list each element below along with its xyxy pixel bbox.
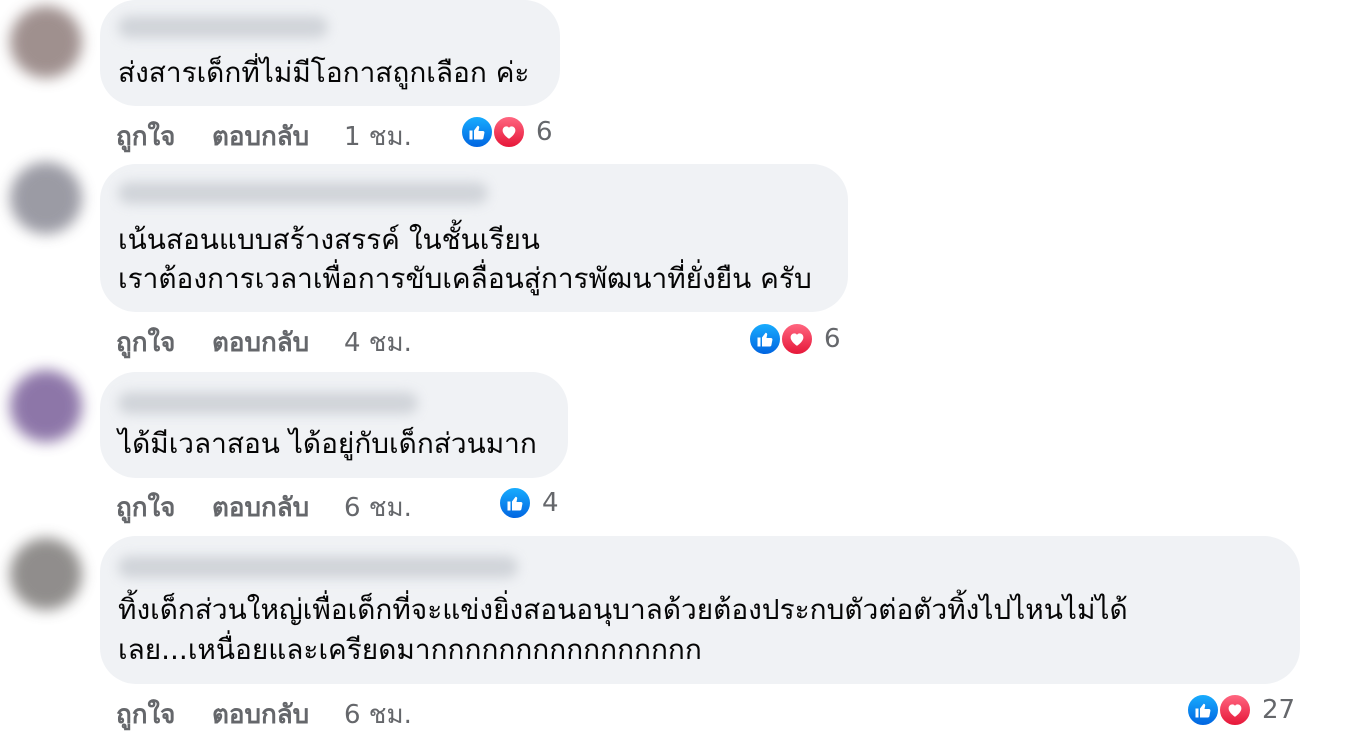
comment-text: ทิ้งเด็กส่วนใหญ่เพื่อเด็กที่จะแข่งยิ่งสอ… xyxy=(118,593,1128,626)
love-icon xyxy=(780,322,814,356)
like-button[interactable]: ถูกใจ xyxy=(116,116,175,157)
love-icon xyxy=(492,115,526,149)
like-icon xyxy=(460,115,494,149)
commenter-name[interactable] xyxy=(118,392,418,414)
love-icon xyxy=(1218,693,1252,727)
commenter-name[interactable] xyxy=(118,556,518,578)
like-button[interactable]: ถูกใจ xyxy=(116,487,175,528)
comment-text: ส่งสารเด็กที่ไม่มีโอกาสถูกเลือก ค่ะ xyxy=(118,56,530,89)
like-icon xyxy=(748,322,782,356)
avatar[interactable] xyxy=(10,162,82,234)
reaction-count: 6 xyxy=(824,324,841,354)
reply-button[interactable]: ตอบกลับ xyxy=(212,116,309,157)
reaction-count: 4 xyxy=(542,488,559,518)
like-button[interactable]: ถูกใจ xyxy=(116,694,175,735)
timestamp[interactable]: 6 ชม. xyxy=(344,487,412,528)
like-icon xyxy=(1186,693,1220,727)
avatar[interactable] xyxy=(10,370,82,442)
timestamp[interactable]: 6 ชม. xyxy=(344,694,412,735)
avatar[interactable] xyxy=(10,6,82,78)
like-icon xyxy=(498,486,532,520)
timestamp[interactable]: 1 ชม. xyxy=(344,116,412,157)
reply-button[interactable]: ตอบกลับ xyxy=(212,322,309,363)
commenter-name[interactable] xyxy=(118,182,488,204)
reaction-count: 6 xyxy=(536,117,553,147)
comment-text: เน้นสอนแบบสร้างสรรค์ ในชั้นเรียน xyxy=(118,223,540,256)
reply-button[interactable]: ตอบกลับ xyxy=(212,487,309,528)
timestamp[interactable]: 4 ชม. xyxy=(344,322,412,363)
comment-text: ได้มีเวลาสอน ได้อยู่กับเด็กส่วนมาก xyxy=(118,427,537,460)
like-button[interactable]: ถูกใจ xyxy=(116,322,175,363)
commenter-name[interactable] xyxy=(118,16,328,38)
comment-text: เลย...เหนื่อยและเครียดมากกกกกกกกกกกกกกกก xyxy=(118,633,702,666)
avatar[interactable] xyxy=(10,538,82,610)
reaction-count: 27 xyxy=(1262,695,1296,725)
reply-button[interactable]: ตอบกลับ xyxy=(212,694,309,735)
comment-text: เราต้องการเวลาเพื่อการขับเคลื่อนสู่การพั… xyxy=(118,262,812,295)
